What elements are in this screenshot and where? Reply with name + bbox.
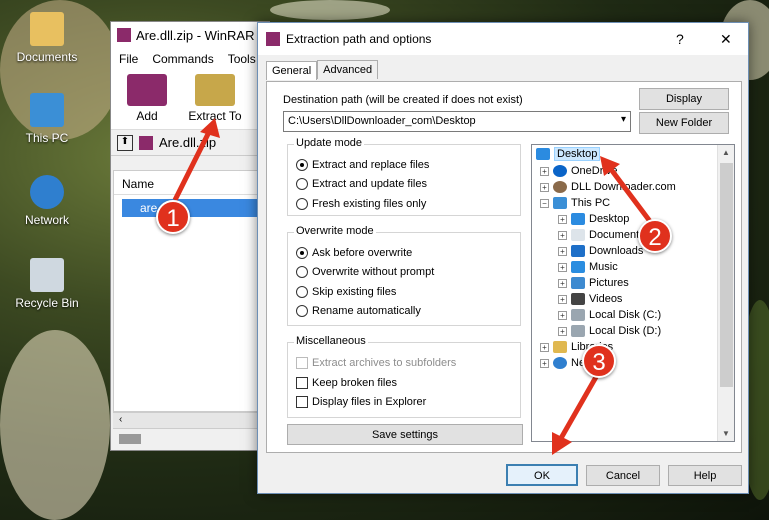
annotation-arrows [172,118,657,455]
arrow-2-head [600,156,620,176]
step-marker-3: 3 [582,344,616,378]
arrow-3 [557,368,603,442]
step-marker-2: 2 [638,219,672,253]
arrow-1 [172,128,213,202]
arrow-1-head [200,118,220,138]
arrow-2 [608,166,657,230]
step-marker-1: 1 [156,200,190,234]
